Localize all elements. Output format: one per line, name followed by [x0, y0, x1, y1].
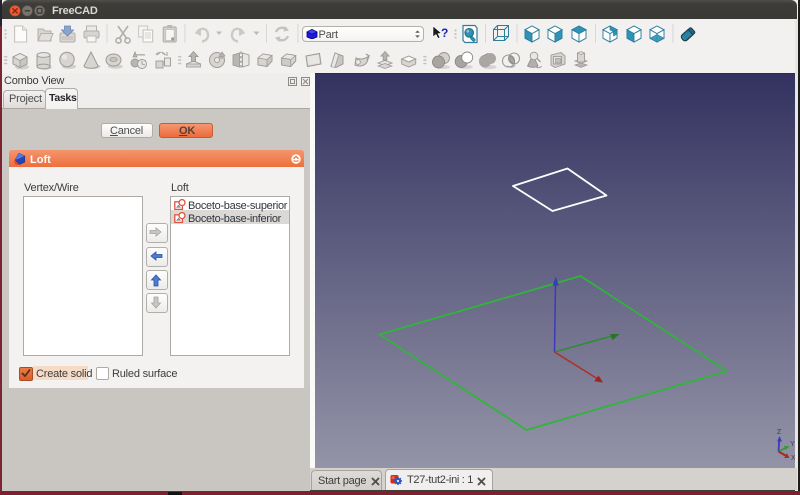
svg-text:Z: Z [777, 429, 782, 436]
svg-text:?: ? [441, 26, 448, 40]
